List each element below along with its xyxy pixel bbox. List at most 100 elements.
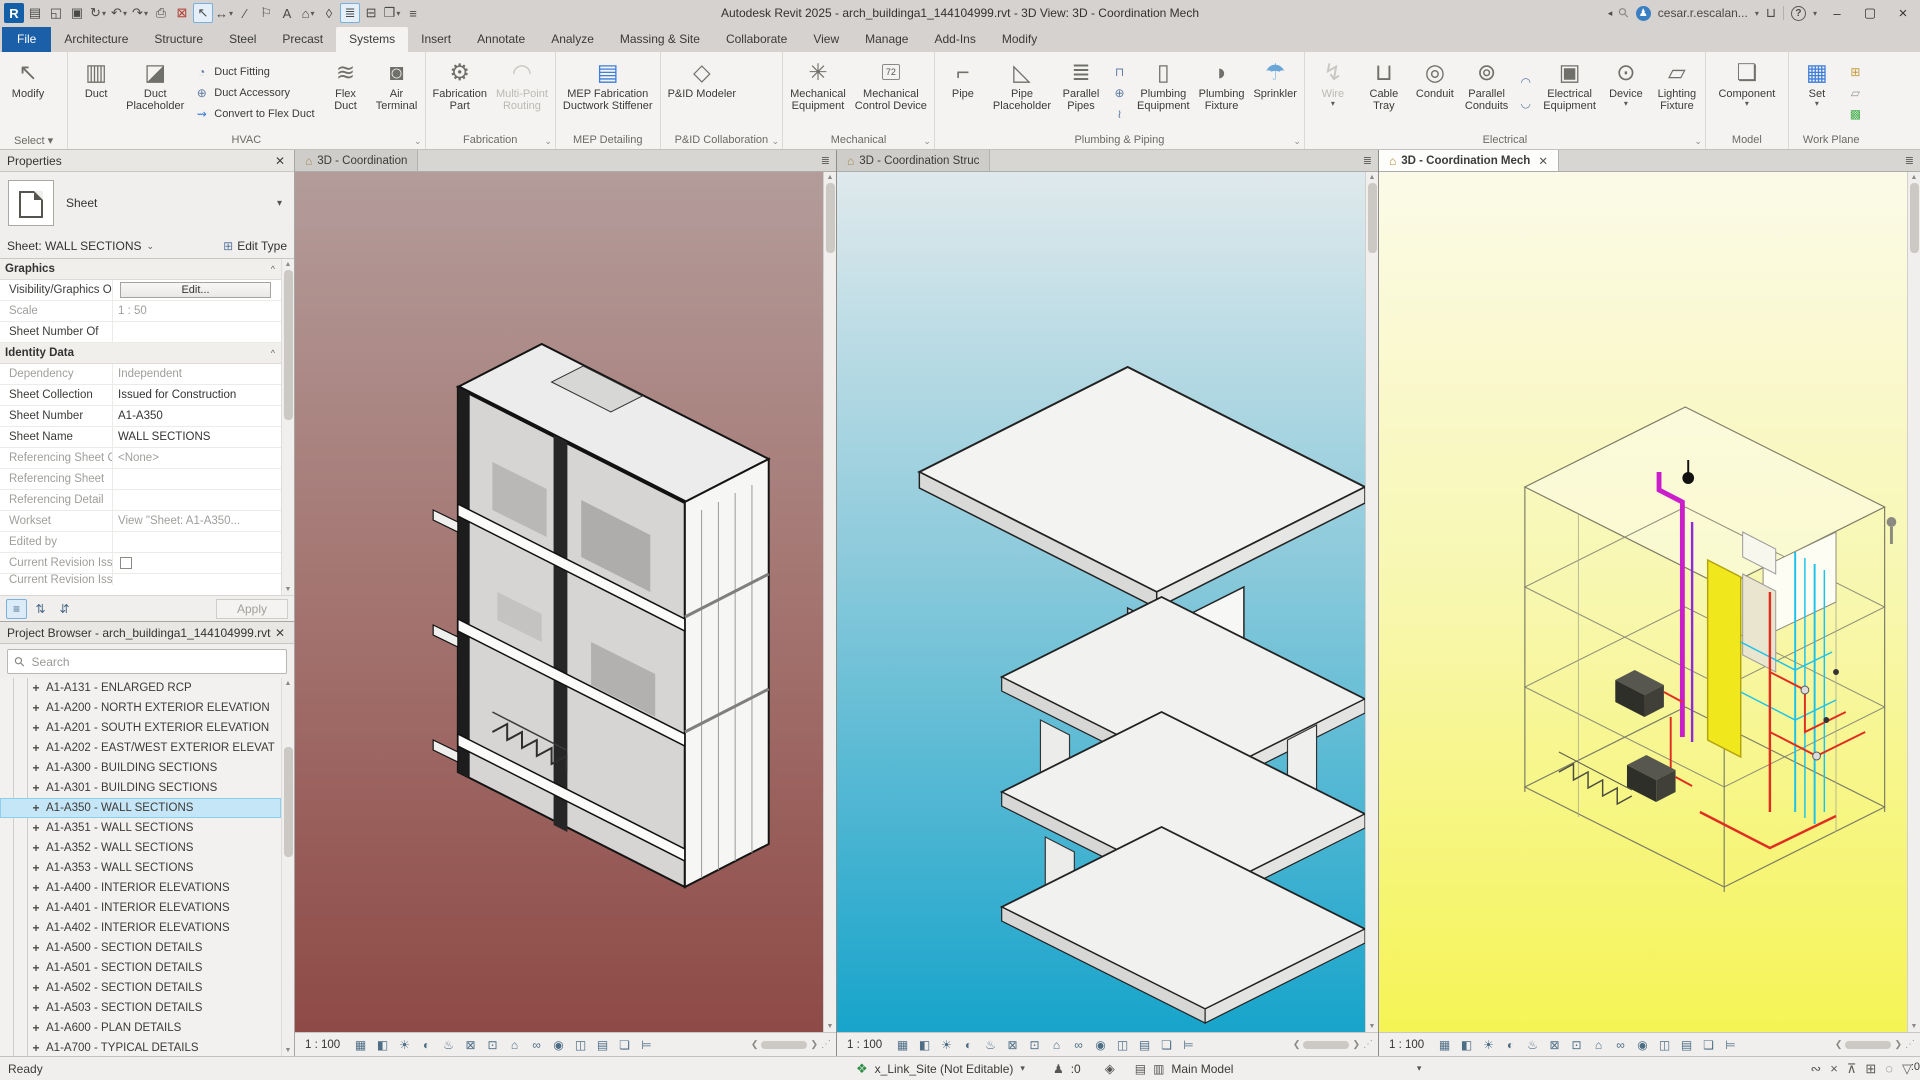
scroll-down-icon[interactable]: ▼ <box>285 586 292 593</box>
qat-button[interactable]: R <box>4 3 24 23</box>
project-browser-close-icon[interactable]: ✕ <box>273 626 287 640</box>
qat-button[interactable]: ↻ <box>88 3 108 23</box>
list-view-icon[interactable]: ▤ <box>1135 1062 1146 1076</box>
qat-button[interactable]: ↷ <box>130 3 150 23</box>
cart-icon[interactable]: ⊔ <box>1766 5 1776 21</box>
sheet-tree-item[interactable]: + A1-A352 - WALL SECTIONS <box>0 838 281 858</box>
air-terminal-button[interactable]: ◙ Air Terminal <box>372 54 422 131</box>
hvac-launcher-icon[interactable]: ⌄ <box>414 136 422 147</box>
view-control-icon[interactable]: ◉ <box>550 1038 567 1052</box>
selection-toggle-icon[interactable]: ⊞ <box>1865 1061 1876 1077</box>
ribbon-tab[interactable]: Analyze <box>538 27 607 52</box>
qat-button[interactable]: ⊠ <box>172 3 192 23</box>
sheet-tree-item[interactable]: + A1-A350 - WALL SECTIONS <box>0 798 281 818</box>
editing-requests-icon[interactable]: ♟ <box>1053 1062 1064 1076</box>
view-control-icon[interactable]: ▤ <box>1678 1038 1695 1052</box>
revision-checkbox[interactable] <box>120 557 132 569</box>
expand-plus-icon[interactable]: + <box>30 781 42 795</box>
edit-type-button[interactable]: ⊞ Edit Type <box>223 239 287 253</box>
collapse-section-icon[interactable]: ^ <box>271 264 281 274</box>
expand-plus-icon[interactable]: + <box>30 801 42 815</box>
mechanical-control-device-button[interactable]: 72 Mechanical Control Device <box>851 54 931 131</box>
sheet-tree-item[interactable]: + A1-A501 - SECTION DETAILS <box>0 958 281 978</box>
scroll-up-icon[interactable]: ▲ <box>285 261 292 268</box>
properties-filter-icon[interactable]: ≡ <box>6 598 27 619</box>
lighting-fixture-button[interactable]: ▱ Lighting Fixture <box>1652 54 1702 131</box>
expand-plus-icon[interactable]: + <box>30 721 42 735</box>
help-menu-chevron-icon[interactable]: ▾ <box>1813 9 1817 18</box>
panel-caption-fabrication[interactable]: Fabrication <box>426 131 555 149</box>
conduit-fitting-button[interactable]: ◡ <box>1518 94 1533 113</box>
sheet-tree-item[interactable]: + A1-A353 - WALL SECTIONS <box>0 858 281 878</box>
scroll-down-icon[interactable]: ▼ <box>1369 1023 1376 1030</box>
properties-close-icon[interactable]: ✕ <box>273 154 287 168</box>
collapse-arrow-icon[interactable]: ◂ <box>1608 8 1613 19</box>
view-control-icon[interactable]: ◫ <box>572 1038 589 1052</box>
sheet-tree-item[interactable]: + A1-A131 - ENLARGED RCP <box>0 678 281 698</box>
scale-button[interactable]: 1 : 100 <box>301 1039 347 1051</box>
drawing-canvas-coordination[interactable] <box>295 172 823 1032</box>
flex-duct-button[interactable]: ≋ Flex Duct <box>321 54 371 131</box>
expand-plus-icon[interactable]: + <box>30 921 42 935</box>
qat-button[interactable]: ⚐ <box>256 3 276 23</box>
horizontal-scrollbar[interactable]: ❮ ❯ ⋰ <box>751 1039 831 1050</box>
qat-button[interactable]: ∕ <box>235 3 255 23</box>
plumbing-equipment-button[interactable]: ▯ Plumbing Equipment <box>1133 54 1194 131</box>
vertical-scrollbar[interactable]: ▲ ▼ <box>1365 172 1378 1032</box>
view-control-icon[interactable]: ⊨ <box>1722 1038 1739 1052</box>
view-control-icon[interactable]: ⊨ <box>1180 1038 1197 1052</box>
ribbon-tab[interactable]: Architecture <box>51 27 141 52</box>
view-control-icon[interactable]: ▦ <box>1436 1038 1453 1052</box>
ribbon-tab[interactable]: File <box>2 27 52 52</box>
scrollbar-thumb[interactable] <box>1845 1040 1892 1049</box>
view-control-icon[interactable]: ◧ <box>374 1038 391 1052</box>
scrollbar-thumb[interactable] <box>1303 1040 1350 1049</box>
expand-plus-icon[interactable]: + <box>30 961 42 975</box>
scrollbar-thumb[interactable] <box>1909 183 1919 253</box>
properties-scrollbar[interactable]: ▲ ▼ <box>281 259 294 595</box>
collapse-section-icon[interactable]: ^ <box>271 348 281 358</box>
view-control-icon[interactable]: ❏ <box>1158 1038 1175 1052</box>
plumbing-launcher-icon[interactable]: ⌄ <box>1293 136 1301 147</box>
browser-search-box[interactable]: ⚲ <box>7 649 287 674</box>
device-button[interactable]: ⊙ Device ▾ <box>1601 54 1651 131</box>
sheet-tree-item[interactable]: + A1-A402 - INTERIOR ELEVATIONS <box>0 918 281 938</box>
search-input[interactable] <box>31 654 279 669</box>
section-identity-data[interactable]: Identity Data ^ <box>0 343 281 364</box>
qat-button[interactable]: ↶ <box>109 3 129 23</box>
instance-selector[interactable]: Sheet: WALL SECTIONS ⌄ ⊞ Edit Type <box>0 234 294 258</box>
sheet-tree-item[interactable]: + A1-A500 - SECTION DETAILS <box>0 938 281 958</box>
type-selector-chevron-icon[interactable]: ▾ <box>277 198 286 209</box>
sheet-tree-item[interactable]: + A1-A503 - SECTION DETAILS <box>0 998 281 1018</box>
username[interactable]: cesar.r.escalan... <box>1658 6 1748 20</box>
ribbon-tab[interactable]: Systems <box>336 27 409 52</box>
vertical-scrollbar[interactable]: ▲ ▼ <box>1907 172 1920 1032</box>
expand-plus-icon[interactable]: + <box>30 741 42 755</box>
horizontal-scrollbar[interactable]: ❮ ❯ ⋰ <box>1835 1039 1915 1050</box>
view-list-icon[interactable]: ≣ <box>1357 150 1378 171</box>
cable-tray-fitting-button[interactable]: ◠ <box>1518 73 1533 92</box>
sheet-collection-value[interactable]: Issued for Construction <box>112 385 281 405</box>
view-control-icon[interactable]: ❏ <box>1700 1038 1717 1052</box>
search-icon[interactable]: ⚲ <box>1615 4 1633 22</box>
fabrication-launcher-icon[interactable]: ⌄ <box>544 136 552 147</box>
sheet-tree-item[interactable]: + A1-A202 - EAST/WEST EXTERIOR ELEVAT <box>0 738 281 758</box>
view-control-icon[interactable]: ⊠ <box>1546 1038 1563 1052</box>
view-control-icon[interactable]: ◉ <box>1634 1038 1651 1052</box>
view-control-icon[interactable]: ∞ <box>528 1038 545 1052</box>
view-tab-3d-coordination-mech[interactable]: ⌂ 3D - Coordination Mech ✕ <box>1379 150 1559 171</box>
ribbon-tab[interactable]: Annotate <box>464 27 538 52</box>
sheet-tree-item[interactable]: + A1-A201 - SOUTH EXTERIOR ELEVATION <box>0 718 281 738</box>
view-control-icon[interactable]: ▤ <box>594 1038 611 1052</box>
view-control-icon[interactable]: ⌂ <box>1048 1038 1065 1052</box>
sprinkler-button[interactable]: ☂ Sprinkler <box>1249 54 1300 131</box>
convert-to-flex-duct-button[interactable]: ⇝ Convert to Flex Duct <box>194 104 315 123</box>
parallel-conduits-button[interactable]: ⊚ Parallel Conduits <box>1461 54 1512 131</box>
sheet-tree-item[interactable]: + A1-A700 - TYPICAL DETAILS <box>0 1038 281 1056</box>
sheet-number-of-value[interactable] <box>112 322 281 342</box>
expand-plus-icon[interactable]: + <box>30 881 42 895</box>
design-option-chevron-icon[interactable]: ▾ <box>1417 1063 1422 1074</box>
electrical-equipment-button[interactable]: ▣ Electrical Equipment <box>1539 54 1600 131</box>
qat-button[interactable]: A <box>277 3 297 23</box>
pipe-placeholder-button[interactable]: ◺ Pipe Placeholder <box>989 54 1055 131</box>
